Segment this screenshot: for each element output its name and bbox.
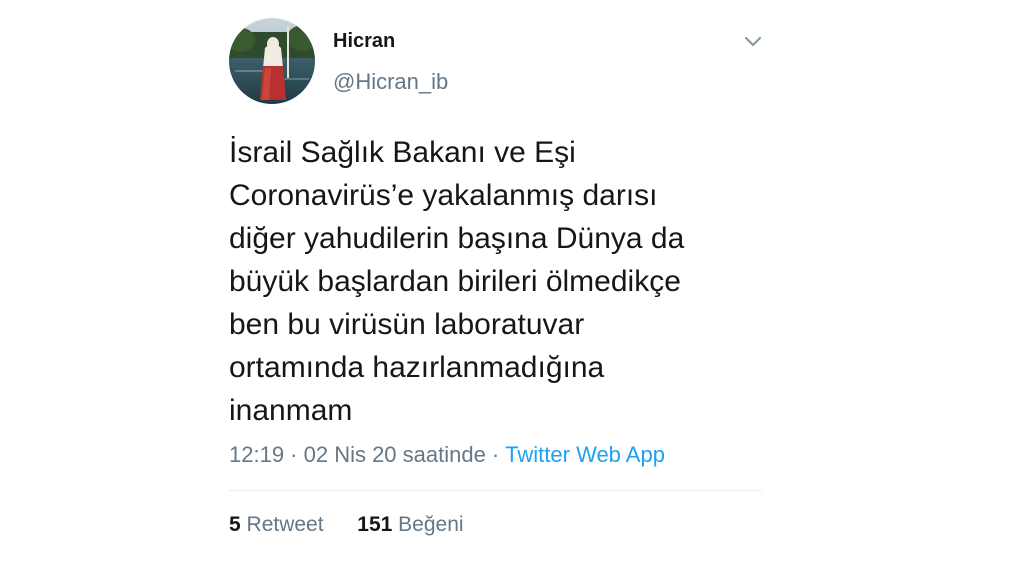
avatar[interactable] xyxy=(229,18,315,104)
author-display-name[interactable]: Hicran xyxy=(333,30,395,53)
retweets-stat[interactable]: 5 Retweet xyxy=(229,513,329,536)
divider xyxy=(229,490,762,491)
tweet-text: İsrail Sağlık Bakanı ve Eşi Coronavirüs’… xyxy=(229,136,685,427)
tweet-metadata: 12:19 · 02 Nis 20 saatinde · Twitter Web A… xyxy=(229,442,665,468)
retweet-label: Retweet xyxy=(246,513,324,536)
tweet-source-link[interactable]: Twitter Web App xyxy=(505,442,665,467)
meta-separator: · xyxy=(491,442,500,467)
tweet-stats: 5 Retweet 151 Beğeni xyxy=(229,513,464,537)
likes-stat[interactable]: 151 Beğeni xyxy=(351,513,463,536)
profile-photo-icon xyxy=(229,18,315,104)
author-handle[interactable]: @Hicran_ib xyxy=(333,69,448,95)
chevron-down-icon xyxy=(744,36,762,47)
retweet-count: 5 xyxy=(229,513,241,536)
like-count: 151 xyxy=(357,513,393,536)
tweet-menu-button[interactable] xyxy=(740,30,766,52)
tweet-timestamp[interactable]: 12:19 · 02 Nis 20 saatinde xyxy=(229,442,486,467)
tweet-detail: Hicran @Hicran_ib İsrail Sağlık Bakanı v… xyxy=(0,0,1024,576)
like-label: Beğeni xyxy=(398,513,464,536)
